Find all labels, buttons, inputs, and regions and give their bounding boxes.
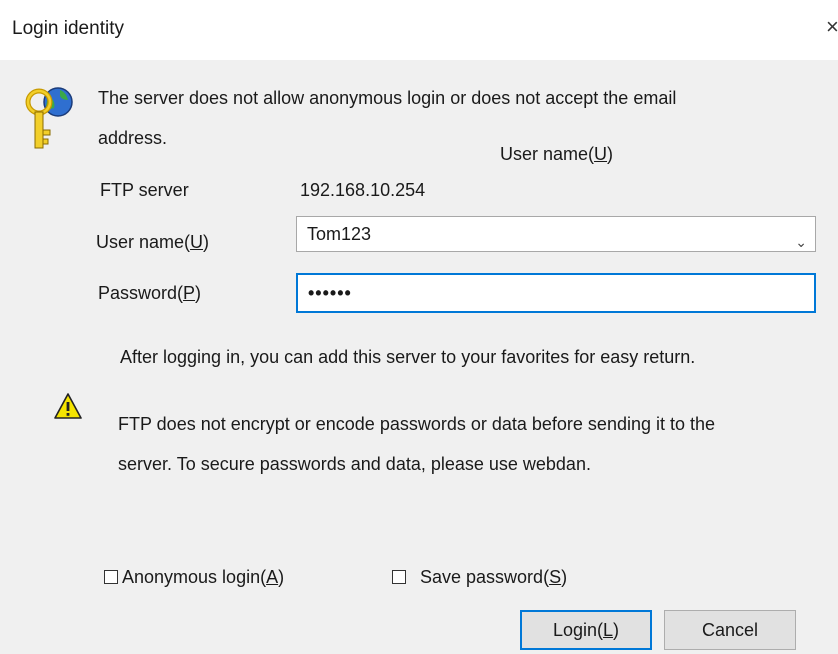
username-label: User name(U) — [96, 232, 209, 253]
chevron-down-icon[interactable]: ⌄ — [795, 225, 807, 259]
info-text: After logging in, you can add this serve… — [120, 347, 696, 367]
save-password-label-suffix: ) — [561, 567, 568, 587]
save-password-label: Save password(S) — [420, 567, 567, 588]
username-label-key: U — [190, 232, 204, 252]
title-bar: Login identity × — [0, 0, 838, 60]
login-button-text: Login( — [552, 620, 604, 640]
username-combobox[interactable]: Tom123 ⌄ — [296, 216, 816, 252]
floating-username-label-suffix: ) — [607, 144, 614, 164]
floating-username-label: User name(U) — [500, 144, 613, 165]
login-button-key: L — [603, 620, 614, 640]
password-label-suffix: ) — [195, 283, 202, 303]
anonymous-login-box[interactable] — [104, 570, 118, 584]
password-label-text: Password( — [98, 283, 184, 303]
warning-icon — [54, 393, 82, 419]
login-button[interactable]: Login(L) — [520, 610, 652, 650]
password-label-key: P — [183, 283, 196, 303]
save-password-box[interactable] — [392, 570, 406, 584]
password-field[interactable]: •••••• — [296, 273, 816, 313]
anonymous-login-label-text: Anonymous login( — [122, 567, 267, 587]
key-globe-icon — [25, 87, 73, 149]
password-label: Password(P) — [98, 283, 201, 304]
username-label-suffix: ) — [203, 232, 210, 252]
floating-username-label-text: User name( — [500, 144, 595, 164]
username-value: Tom123 — [307, 224, 372, 244]
ftp-server-label: FTP server — [100, 180, 189, 200]
save-password-label-text: Save password( — [420, 567, 550, 587]
message-line-2: address. — [98, 128, 168, 148]
anonymous-login-label: Anonymous login(A) — [122, 567, 284, 588]
window-title: Login identity — [12, 18, 124, 39]
anonymous-login-label-key: A — [266, 567, 279, 587]
login-button-suffix: ) — [613, 620, 620, 640]
warning-line-2: server. To secure passwords and data, pl… — [118, 454, 591, 474]
ftp-server-value: 192.168.10.254 — [300, 180, 426, 200]
floating-username-label-key: U — [594, 144, 608, 164]
dialog-body: The server does not allow anonymous logi… — [0, 60, 838, 654]
password-value: •••••• — [308, 283, 352, 303]
close-icon[interactable]: × — [826, 14, 838, 40]
cancel-button[interactable]: Cancel — [664, 610, 796, 650]
username-label-text: User name( — [96, 232, 191, 252]
anonymous-login-label-suffix: ) — [278, 567, 285, 587]
warning-line-1: FTP does not encrypt or encode passwords… — [118, 414, 716, 434]
save-password-label-key: S — [549, 567, 562, 587]
message-line-1: The server does not allow anonymous logi… — [98, 88, 677, 108]
